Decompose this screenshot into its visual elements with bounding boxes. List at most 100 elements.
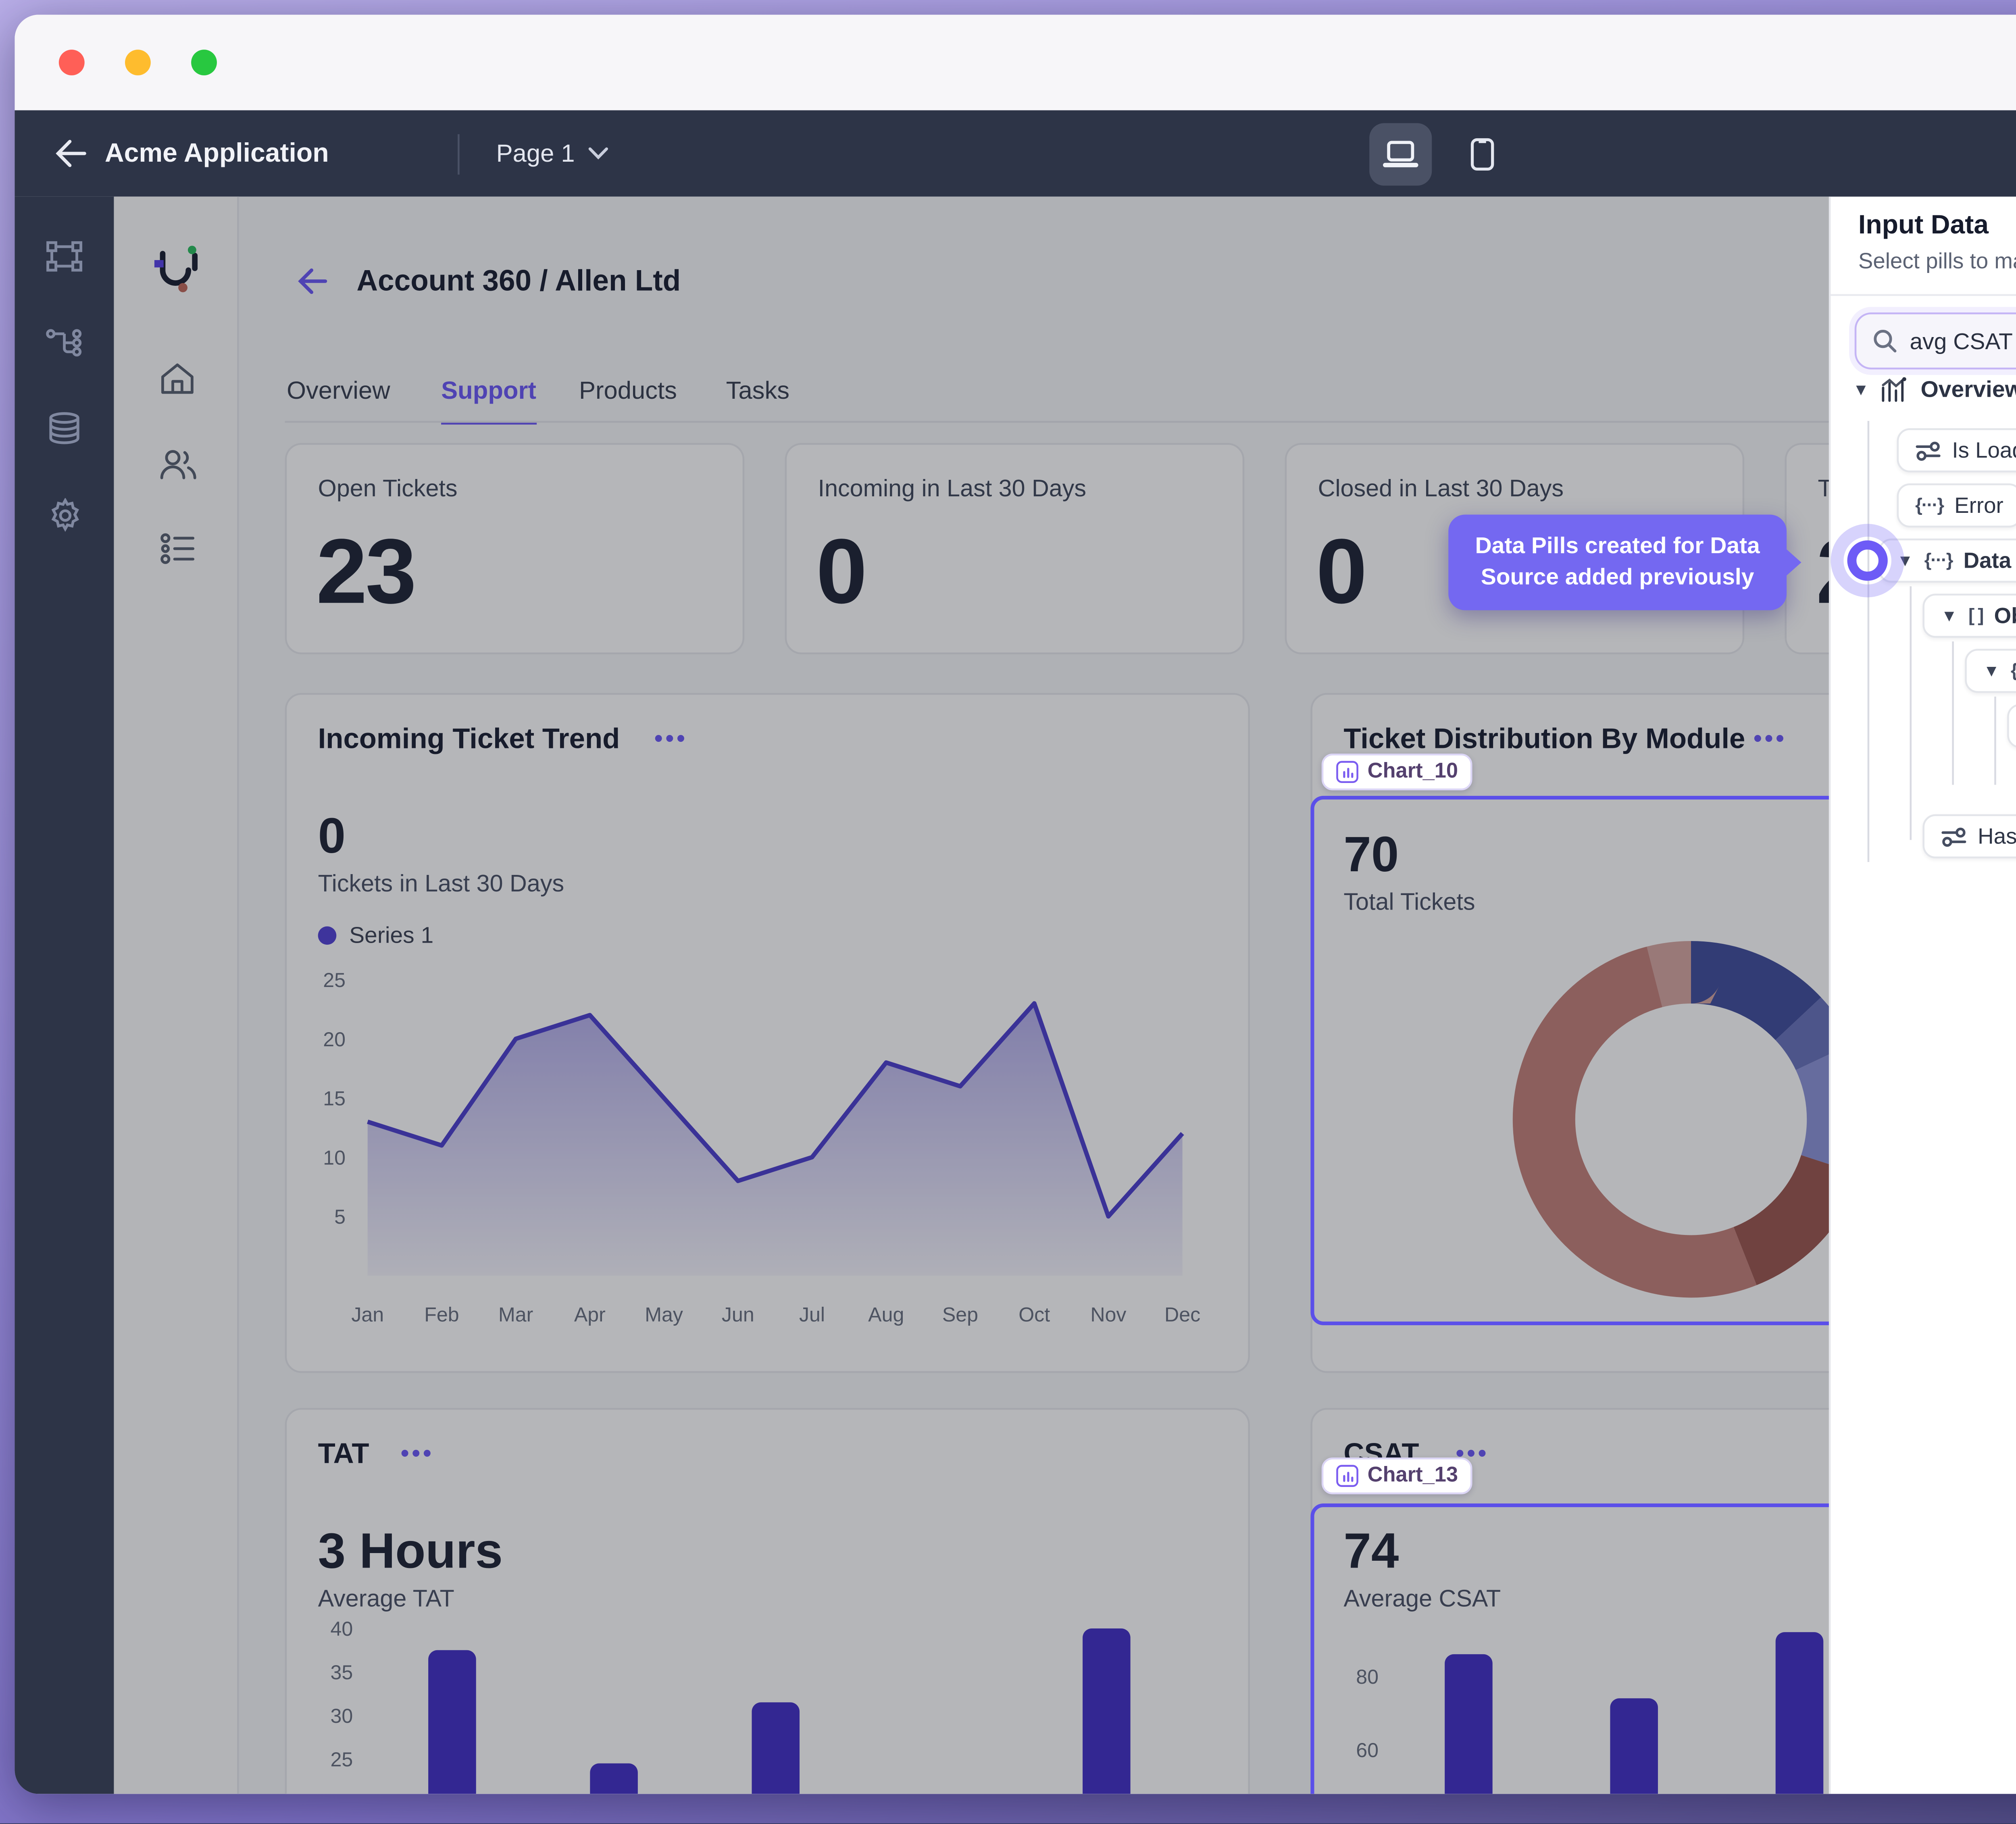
input-data-panel: Input Data Select pills to map data avg … [1829,197,2016,1794]
widget-incoming-ticket-trend[interactable]: Incoming Ticket Trend ••• 0 Tickets in L… [285,693,1250,1373]
svg-text:Dec: Dec [1164,1303,1200,1326]
widget-badge-chart13[interactable]: Chart_13 [1322,1458,1473,1494]
tab-tasks[interactable]: Tasks [726,377,789,421]
caret-down-icon[interactable]: ▼ [1941,606,1958,625]
chart-icon [1336,1465,1358,1487]
tree-guide-line [1910,586,1912,840]
chart-node-icon [1880,377,1910,403]
widget-tat[interactable]: TAT ••• 3 Hours Average TAT 25303540 [285,1408,1250,1794]
users-icon[interactable] [160,448,197,489]
widget-menu-icon[interactable]: ••• [654,733,688,744]
search-value: avg CSAT [1910,328,2013,354]
svg-text:Feb: Feb [424,1303,459,1326]
braces-icon: {···} [2011,661,2016,681]
braces-icon: {···} [1924,550,1953,571]
svg-text:40: 40 [331,1618,353,1640]
dashboard-app-sidebar [114,197,239,1794]
tree-guide-line [1952,641,1954,785]
panel-divider [1831,294,2016,296]
svg-text:15: 15 [323,1087,346,1110]
chart-caption: Tickets in Last 30 Days [318,869,564,897]
tab-products[interactable]: Products [579,377,677,421]
pill-index-0[interactable]: ▼ {···} 0 [1965,649,2016,693]
svg-text:Jul: Jul [799,1303,825,1326]
caret-down-icon[interactable]: ▼ [1983,662,2000,680]
data-sources-icon[interactable] [46,410,83,447]
kpi-value: 0 [816,518,865,625]
pill-search-input[interactable]: avg CSAT ✕ [1855,312,2016,369]
chart-icon [1336,761,1358,783]
toggle-mini-icon [1915,440,1941,460]
tree-guide-line [1868,421,1870,862]
close-window-button[interactable] [59,50,85,75]
svg-text:5: 5 [334,1206,346,1228]
svg-text:Nov: Nov [1090,1303,1126,1326]
pill-has-more[interactable]: Has More [1922,814,2016,858]
desktop-view-button[interactable] [1369,122,1432,185]
walkthrough-spotlight-target [1847,540,1887,581]
svg-text:10: 10 [323,1146,346,1169]
builder-sidebar [15,197,114,1794]
svg-text:Jun: Jun [722,1303,754,1326]
svg-text:Jan: Jan [351,1303,384,1326]
braces-icon: {···} [1915,496,1943,516]
laptop-icon [1382,139,1419,168]
pill-columns[interactable]: ▼ {···} Columns [2007,704,2016,748]
editor-canvas[interactable]: Account 360 / Allen Ltd Overview Support… [114,197,1829,1794]
search-icon [1873,329,1897,353]
widget-badge-chart10[interactable]: Chart_10 [1322,754,1473,790]
svg-text:20: 20 [323,1028,346,1051]
page-selector[interactable]: Page 1 [496,140,608,167]
chart-title: Incoming Ticket Trend [318,724,620,757]
svg-text:25: 25 [323,969,346,991]
tab-overview[interactable]: Overview [287,377,390,421]
svg-text:Mar: Mar [498,1303,533,1326]
svg-text:35: 35 [331,1661,353,1684]
pill-is-loading[interactable]: Is Loading [1897,428,2016,472]
walkthrough-tooltip: Data Pills created for Data Source added… [1448,514,1787,610]
settings-gear-icon[interactable] [46,496,83,533]
dashboard-back-icon[interactable] [298,269,327,304]
components-frame-icon[interactable] [46,237,83,274]
screenshot-root: Acme Application Page 1 100% [0,0,2016,1824]
kpi-value: 2 [1816,518,1829,625]
home-icon[interactable] [160,362,195,404]
chart-legend: Series 1 [318,922,434,948]
kpi-value: 0 [1316,518,1365,625]
pill-objects[interactable]: ▼ [ ] Objects [1922,593,2016,637]
app-window: Acme Application Page 1 100% [15,15,2016,1794]
mobile-view-button[interactable] [1450,122,1513,185]
app-logo [152,244,202,303]
minimize-window-button[interactable] [125,50,151,75]
caret-down-icon[interactable]: ▼ [1853,381,1869,399]
svg-text:30: 30 [331,1705,353,1727]
phone-icon [1470,137,1493,170]
svg-text:Aug: Aug [868,1303,904,1326]
pill-error[interactable]: {···} Error [1897,483,2016,527]
input-data-title: Input Data [1858,211,1989,241]
bar-chart-tat: 25303540 [287,1410,1250,1794]
tab-support[interactable]: Support [441,377,536,425]
brackets-icon: [ ] [1968,606,1983,626]
tabs-divider [285,421,1829,423]
line-chart: 510152025JanFebMarAprMayJunJulAugSepOctN… [287,952,1252,1375]
chart-headline-value: 0 [318,809,346,866]
builder-toolbar: Acme Application Page 1 100% [15,110,2016,197]
kpi-card-incoming-30-days[interactable]: Incoming in Last 30 Days 0 [785,443,1245,654]
tree-guide-line [1994,697,1996,785]
task-list-icon[interactable] [160,533,195,573]
kpi-title: Incoming in Last 30 Days [818,474,1086,502]
back-icon[interactable] [55,140,86,167]
svg-text:Sep: Sep [942,1303,978,1326]
zoom-window-button[interactable] [191,50,217,75]
page-title: Account 360 / Allen Ltd [356,267,681,300]
toolbar-divider [458,133,460,174]
selection-outline-chart10 [1310,796,1829,1325]
svg-text:May: May [645,1303,683,1326]
kpi-card-open-tickets[interactable]: Open Tickets 23 [285,443,745,654]
tooltip-text: Data Pills created for Data Source added… [1475,533,1760,590]
svg-text:Oct: Oct [1018,1303,1050,1326]
page-tree-icon[interactable] [46,323,83,360]
tree-root-row[interactable]: ▼ Overview | Avg CSAT [1853,377,2016,403]
window-titlebar [15,15,2016,110]
